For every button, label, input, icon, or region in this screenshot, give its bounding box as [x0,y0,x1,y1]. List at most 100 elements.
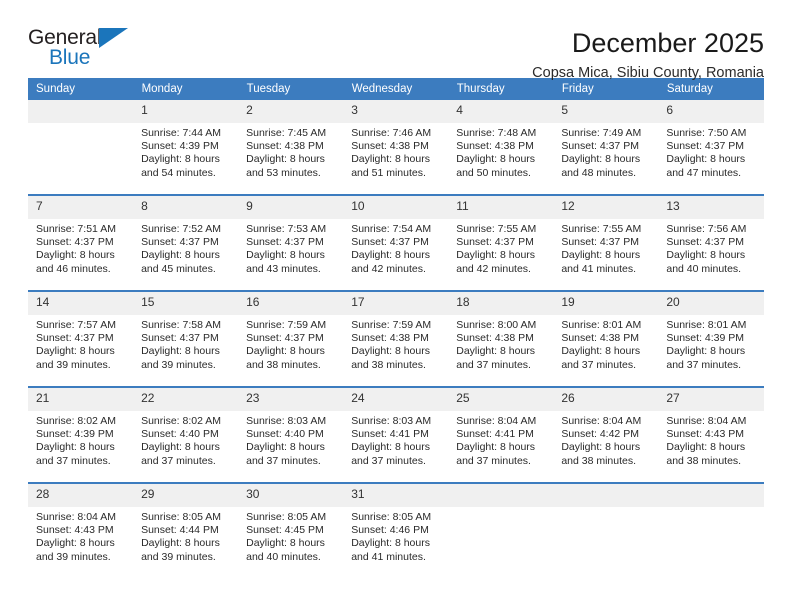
day-number-2[interactable]: 2 [238,100,344,123]
day-detail-line: and 38 minutes. [246,358,321,371]
day-cell-1[interactable]: Sunrise: 7:44 AM Sunset: 4:39 PM Daylight:… [133,123,239,195]
day-number-4[interactable]: 4 [448,100,554,123]
day-cell-16[interactable]: Sunrise: 7:59 AM Sunset: 4:37 PM Daylight:… [238,315,344,387]
day-number-28[interactable]: 28 [28,482,134,507]
day-cell-11[interactable]: Sunrise: 7:55 AM Sunset: 4:37 PM Daylight:… [448,219,554,291]
day-number-1[interactable]: 1 [133,100,239,123]
day-number-13[interactable]: 13 [658,194,764,219]
day-cell-22[interactable]: Sunrise: 8:02 AM Sunset: 4:40 PM Daylight:… [133,411,239,483]
day-number-8[interactable]: 8 [133,194,239,219]
day-number-29[interactable]: 29 [133,482,239,507]
day-detail-line: and 42 minutes. [456,262,531,275]
day-number-21[interactable]: 21 [28,386,134,411]
day-detail-line: Sunrise: 7:45 AM [246,127,327,139]
day-number-3[interactable]: 3 [343,100,449,123]
day-cell-30[interactable]: Sunrise: 8:05 AM Sunset: 4:45 PM Daylight:… [238,507,344,579]
day-detail-line: Sunrise: 7:52 AM [141,223,222,235]
day-detail-line: Daylight: 8 hours [246,345,325,358]
day-cell-13[interactable]: Sunrise: 7:56 AM Sunset: 4:37 PM Daylight:… [658,219,764,291]
day-cell-23[interactable]: Sunrise: 8:03 AM Sunset: 4:40 PM Daylight:… [238,411,344,483]
day-detail-line: Daylight: 8 hours [666,249,746,262]
day-cell-20[interactable]: Sunrise: 8:01 AM Sunset: 4:39 PM Daylight:… [658,315,764,387]
day-detail-line: Sunset: 4:40 PM [141,428,219,441]
day-detail-line: and 38 minutes. [561,454,637,467]
day-detail-line: Sunset: 4:43 PM [666,428,745,441]
day-detail-line: and 48 minutes. [561,166,637,179]
day-cell-17[interactable]: Sunrise: 7:59 AM Sunset: 4:38 PM Daylight:… [343,315,449,387]
day-detail-line: Sunrise: 7:46 AM [351,127,432,139]
day-number-26[interactable]: 26 [553,386,659,411]
day-number-7[interactable]: 7 [28,194,134,219]
day-cell-2[interactable]: Sunrise: 7:45 AM Sunset: 4:38 PM Daylight:… [238,123,344,195]
day-cell-24[interactable]: Sunrise: 8:03 AM Sunset: 4:41 PM Daylight:… [343,411,449,483]
day-cell-29[interactable]: Sunrise: 8:05 AM Sunset: 4:44 PM Daylight:… [133,507,239,579]
day-cell-7[interactable]: Sunrise: 7:51 AM Sunset: 4:37 PM Daylight:… [28,219,134,291]
day-cell-3[interactable]: Sunrise: 7:46 AM Sunset: 4:38 PM Daylight:… [343,123,449,195]
day-detail-line: and 54 minutes. [141,166,216,179]
day-detail-line: Daylight: 8 hours [36,345,115,358]
day-number-22[interactable]: 22 [133,386,239,411]
day-detail-line: Sunrise: 8:02 AM [36,415,116,427]
day-detail-line: and 38 minutes. [351,358,426,371]
day-cell-10[interactable]: Sunrise: 7:54 AM Sunset: 4:37 PM Daylight:… [343,219,449,291]
calendar-body: 1 2 3 4 5 6 Sunrise: 7:44 AM Sunset: 4:39 PM Day… [28,100,764,579]
day-detail-line: Sunset: 4:38 PM [351,332,429,345]
day-detail-line: and 50 minutes. [456,166,531,179]
day-detail-line: Sunset: 4:38 PM [456,140,534,153]
day-number-9[interactable]: 9 [238,194,344,219]
day-detail-line: and 40 minutes. [666,262,742,275]
day-cell-8[interactable]: Sunrise: 7:52 AM Sunset: 4:37 PM Daylight:… [133,219,239,291]
day-cell-9[interactable]: Sunrise: 7:53 AM Sunset: 4:37 PM Daylight:… [238,219,344,291]
day-number-14[interactable]: 14 [28,290,134,315]
day-number-11[interactable]: 11 [448,194,554,219]
day-cell-empty [28,123,134,195]
day-number-5[interactable]: 5 [553,100,659,123]
day-number-6[interactable]: 6 [658,100,764,123]
day-detail-line: and 46 minutes. [36,262,111,275]
day-number-16[interactable]: 16 [238,290,344,315]
day-cell-5[interactable]: Sunrise: 7:49 AM Sunset: 4:37 PM Daylight:… [553,123,659,195]
day-cell-21[interactable]: Sunrise: 8:02 AM Sunset: 4:39 PM Daylight:… [28,411,134,483]
day-detail-line: Sunrise: 7:49 AM [561,127,642,139]
day-detail-line: Daylight: 8 hours [351,441,430,454]
day-cell-18[interactable]: Sunrise: 8:00 AM Sunset: 4:38 PM Daylight:… [448,315,554,387]
day-cell-4[interactable]: Sunrise: 7:48 AM Sunset: 4:38 PM Daylight:… [448,123,554,195]
day-detail-line: and 42 minutes. [351,262,426,275]
day-number-27[interactable]: 27 [658,386,764,411]
day-number-31[interactable]: 31 [343,482,449,507]
brand-logo[interactable]: General Blue [28,26,138,76]
day-number-19[interactable]: 19 [553,290,659,315]
day-detail-line: Daylight: 8 hours [246,153,325,166]
day-detail-line: Sunset: 4:37 PM [141,332,219,345]
day-detail-line: Sunrise: 8:01 AM [561,319,642,331]
day-number-12[interactable]: 12 [553,194,659,219]
day-detail-line: Sunset: 4:39 PM [36,428,114,441]
day-cell-12[interactable]: Sunrise: 7:55 AM Sunset: 4:37 PM Daylight:… [553,219,659,291]
day-cell-31[interactable]: Sunrise: 8:05 AM Sunset: 4:46 PM Daylight:… [343,507,449,579]
day-detail-line: Sunset: 4:43 PM [36,524,114,537]
day-cell-27[interactable]: Sunrise: 8:04 AM Sunset: 4:43 PM Daylight:… [658,411,764,483]
day-number-17[interactable]: 17 [343,290,449,315]
day-cell-15[interactable]: Sunrise: 7:58 AM Sunset: 4:37 PM Daylight:… [133,315,239,387]
day-number-23[interactable]: 23 [238,386,344,411]
day-number-24[interactable]: 24 [343,386,449,411]
day-cell-25[interactable]: Sunrise: 8:04 AM Sunset: 4:41 PM Daylight:… [448,411,554,483]
day-detail-line: Sunset: 4:39 PM [141,140,219,153]
day-number-18[interactable]: 18 [448,290,554,315]
day-empty [448,482,554,507]
day-number-10[interactable]: 10 [343,194,449,219]
day-cell-19[interactable]: Sunrise: 8:01 AM Sunset: 4:38 PM Daylight:… [553,315,659,387]
day-number-20[interactable]: 20 [658,290,764,315]
day-cell-empty [658,507,764,579]
day-cell-14[interactable]: Sunrise: 7:57 AM Sunset: 4:37 PM Daylight:… [28,315,134,387]
day-number-15[interactable]: 15 [133,290,239,315]
day-cell-28[interactable]: Sunrise: 8:04 AM Sunset: 4:43 PM Daylight:… [28,507,134,579]
day-detail-line: Sunset: 4:37 PM [561,236,639,249]
day-cell-6[interactable]: Sunrise: 7:50 AM Sunset: 4:37 PM Daylight:… [658,123,764,195]
day-number-25[interactable]: 25 [448,386,554,411]
day-detail-line: Sunset: 4:37 PM [246,236,324,249]
day-detail-line: and 37 minutes. [666,358,742,371]
day-detail-line: Sunset: 4:37 PM [141,236,219,249]
day-number-30[interactable]: 30 [238,482,344,507]
day-cell-26[interactable]: Sunrise: 8:04 AM Sunset: 4:42 PM Daylight:… [553,411,659,483]
